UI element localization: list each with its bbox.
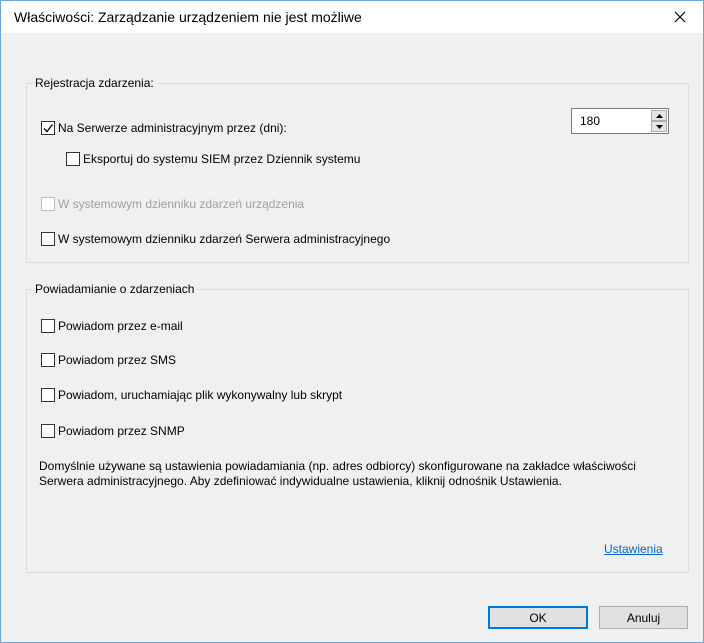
arrow-up-icon xyxy=(655,113,663,118)
admin-log-label: W systemowym dzienniku zdarzeń Serwera a… xyxy=(58,232,391,246)
notify-exec-option[interactable]: Powiadom, uruchamiając plik wykonywalny … xyxy=(41,388,342,402)
siem-export-label: Eksportuj do systemu SIEM przez Dziennik… xyxy=(83,152,361,166)
arrow-down-icon xyxy=(655,124,663,129)
notification-note: Domyślnie używane są ustawienia powiadam… xyxy=(39,459,636,488)
siem-export-checkbox[interactable] xyxy=(66,152,80,166)
notify-sms-label: Powiadom przez SMS xyxy=(58,353,177,367)
admin-log-checkbox[interactable] xyxy=(41,232,55,246)
admin-log-option[interactable]: W systemowym dzienniku zdarzeń Serwera a… xyxy=(41,232,390,246)
device-log-checkbox xyxy=(41,197,55,211)
ok-button[interactable]: OK xyxy=(488,606,588,629)
notify-exec-checkbox[interactable] xyxy=(41,388,55,402)
cancel-button[interactable]: Anuluj xyxy=(599,606,688,629)
notify-snmp-label: Powiadom przez SNMP xyxy=(58,424,185,438)
admin-server-log-option[interactable]: Na Serwerze administracyjnym przez (dni)… xyxy=(41,121,287,135)
settings-link[interactable]: Ustawienia xyxy=(604,542,663,556)
window-title: Właściwości: Zarządzanie urządzeniem nie… xyxy=(14,9,362,25)
device-log-option: W systemowym dzienniku zdarzeń urządzeni… xyxy=(41,197,304,211)
spin-buttons xyxy=(651,110,667,132)
checkmark-icon xyxy=(43,124,54,133)
notify-exec-label: Powiadom, uruchamiając plik wykonywalny … xyxy=(58,388,343,402)
device-log-label: W systemowym dzienniku zdarzeń urządzeni… xyxy=(58,197,305,211)
admin-server-log-label: Na Serwerze administracyjnym przez (dni)… xyxy=(58,121,287,135)
notify-sms-checkbox[interactable] xyxy=(41,353,55,367)
notifications-legend: Powiadamianie o zdarzeniach xyxy=(32,282,198,296)
title-bar: Właściwości: Zarządzanie urządzeniem nie… xyxy=(1,1,703,33)
notify-email-option[interactable]: Powiadom przez e-mail xyxy=(41,319,183,333)
siem-export-option[interactable]: Eksportuj do systemu SIEM przez Dziennik… xyxy=(66,152,360,166)
notify-sms-option[interactable]: Powiadom przez SMS xyxy=(41,353,176,367)
days-spinbox[interactable]: 180 xyxy=(571,108,669,134)
spin-up-button[interactable] xyxy=(651,110,667,121)
notify-snmp-checkbox[interactable] xyxy=(41,424,55,438)
properties-dialog: Właściwości: Zarządzanie urządzeniem nie… xyxy=(0,0,704,643)
event-logging-legend: Rejestracja zdarzenia: xyxy=(32,76,157,90)
notify-email-checkbox[interactable] xyxy=(41,319,55,333)
admin-server-log-checkbox[interactable] xyxy=(41,121,55,135)
notify-email-label: Powiadom przez e-mail xyxy=(58,319,183,333)
spin-down-button[interactable] xyxy=(651,121,667,132)
close-button[interactable] xyxy=(657,1,703,32)
notify-snmp-option[interactable]: Powiadom przez SNMP xyxy=(41,424,185,438)
close-icon xyxy=(674,11,686,22)
days-value[interactable]: 180 xyxy=(580,114,600,128)
